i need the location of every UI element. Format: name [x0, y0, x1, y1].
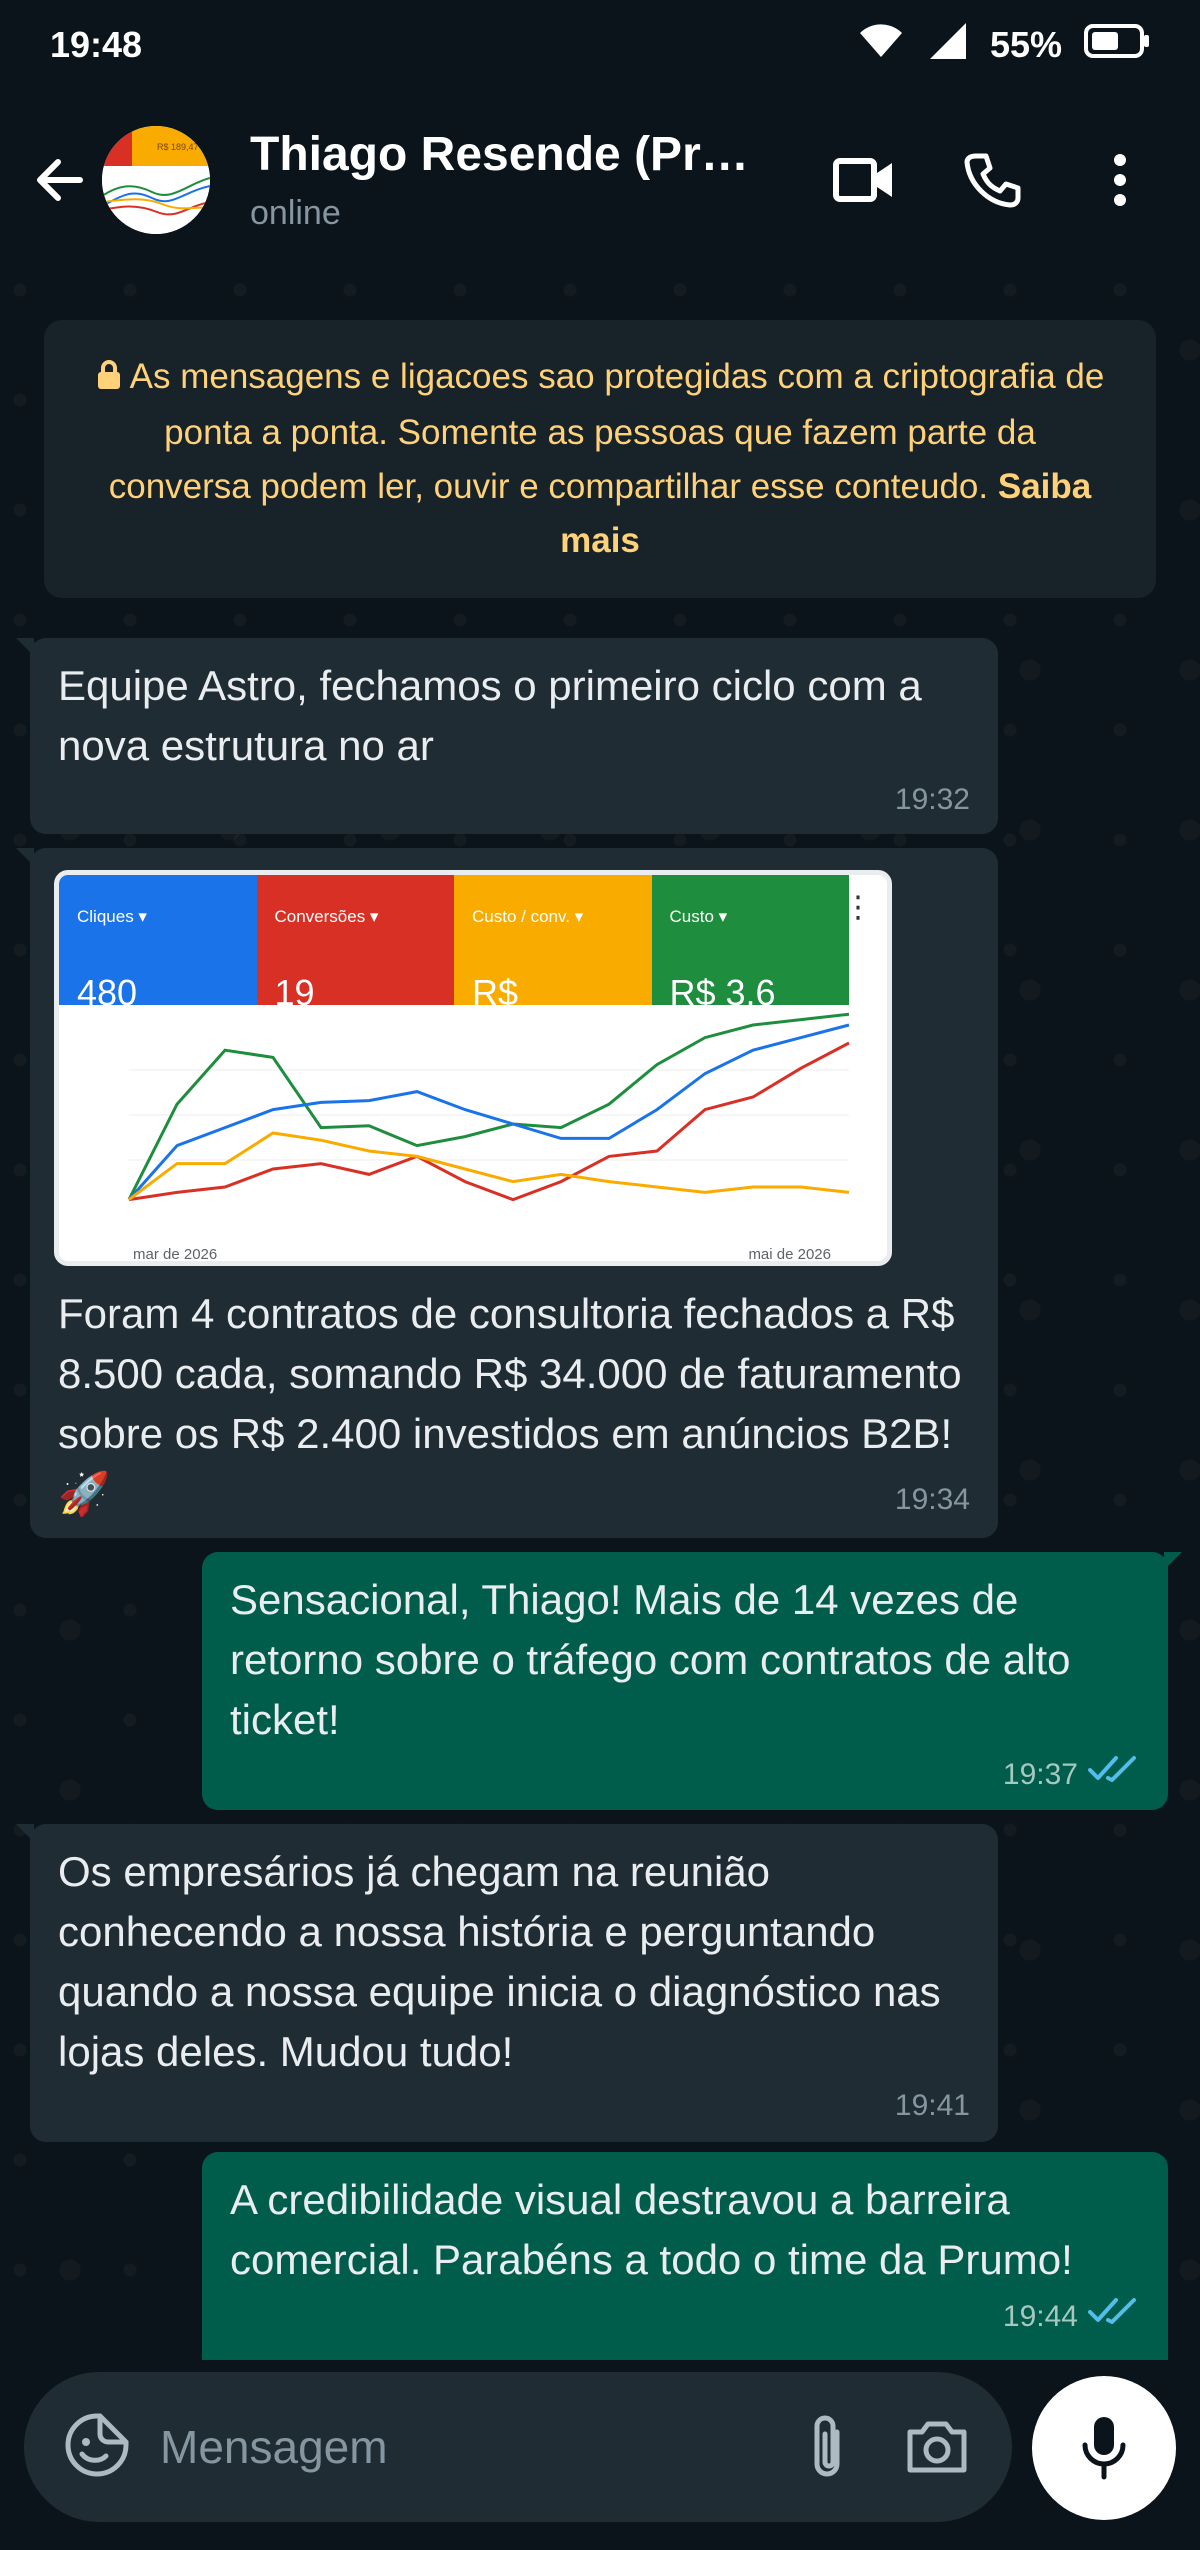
wifi-icon	[856, 21, 906, 70]
camera-icon	[907, 2421, 967, 2473]
message-bubble[interactable]: Equipe Astro, fechamos o primeiro ciclo …	[16, 638, 998, 834]
lock-icon	[96, 352, 122, 406]
more-options-button[interactable]	[1084, 144, 1156, 216]
media-image[interactable]: Cliques ▾ 480 Conversões ▾ 19 Custo / conv…	[54, 870, 892, 1266]
message-bubble-outgoing[interactable]: A credibilidade visual destravou a barre…	[202, 2152, 1168, 2360]
sticker-button[interactable]	[64, 2412, 130, 2483]
back-arrow-icon	[37, 159, 83, 201]
phone-icon	[964, 153, 1021, 208]
paperclip-icon	[814, 2415, 840, 2477]
message-bubble[interactable]: Os empresários já chegam na reunião conh…	[16, 1824, 998, 2142]
double-check-icon	[1088, 2296, 1140, 2337]
kpi-cards: Cliques ▾ 480 Conversões ▾ 19 Custo / conv…	[59, 875, 849, 1073]
message-input[interactable]: Mensagem	[160, 2420, 752, 2474]
status-time: 19:48	[50, 24, 143, 65]
sticker-icon	[65, 2413, 129, 2476]
contact-name: Thiago Resende (Pru…	[250, 128, 770, 181]
kebab-menu-icon	[1114, 154, 1126, 206]
x-axis-start-label: mar de 2026	[133, 1246, 218, 1263]
voice-message-button[interactable]	[1032, 2376, 1176, 2520]
back-button[interactable]	[24, 144, 96, 216]
microphone-icon	[1082, 2417, 1126, 2480]
kpi-card: Conversões ▾ 19	[256, 875, 454, 1013]
message-bubble-media[interactable]: Cliques ▾ 480 Conversões ▾ 19 Custo / conv…	[16, 848, 998, 1538]
signal-icon	[928, 21, 968, 70]
line-chart	[127, 1012, 850, 1202]
x-axis-end-label: mai de 2026	[748, 1246, 831, 1263]
contact-info[interactable]: Thiago Resende (Pru… online	[250, 127, 828, 233]
kpi-card: Custo / conv. ▾ R$ 189,47	[454, 875, 652, 1073]
camera-button[interactable]	[902, 2412, 972, 2482]
message-text: Sensacional, Thiago! Mais de 14 vezes de…	[230, 1576, 1071, 1743]
chat-header: R$ 189,47 Thiago Resende (Pru… online	[0, 90, 1200, 270]
encryption-notice[interactable]: As mensagens e ligacoes sao protegidas c…	[44, 320, 1156, 598]
kpi-card: Custo ▾ R$ 3.6 mil	[651, 875, 849, 1073]
battery-icon	[1084, 23, 1150, 68]
avatar-snippet: R$ 189,47	[157, 142, 199, 152]
message-composer[interactable]: Mensagem	[24, 2372, 1012, 2522]
status-bar: 19:48 55%	[0, 0, 1200, 90]
contact-status: online	[250, 194, 341, 232]
chart-menu-icon: ⋮	[843, 891, 873, 924]
encryption-text: As mensagens e ligacoes sao protegidas c…	[108, 357, 1105, 506]
kpi-card: Cliques ▾ 480	[59, 875, 257, 1013]
message-bubble-outgoing[interactable]: Sensacional, Thiago! Mais de 14 vezes de…	[202, 1552, 1182, 1810]
voice-call-button[interactable]	[956, 144, 1028, 216]
message-time: 19:37	[1002, 1757, 1078, 1791]
message-text: A credibilidade visual destravou a barre…	[230, 2176, 1073, 2283]
message-text: Os empresários já chegam na reunião conh…	[58, 1848, 941, 2075]
message-time: 19:34	[894, 1483, 970, 1516]
chat-area[interactable]: As mensagens e ligacoes sao protegidas c…	[0, 270, 1200, 2360]
video-camera-icon	[833, 158, 892, 202]
message-text: Equipe Astro, fechamos o primeiro ciclo …	[58, 662, 922, 769]
avatar[interactable]: R$ 189,47	[102, 126, 210, 234]
message-time: 19:32	[894, 783, 970, 816]
video-call-button[interactable]	[828, 144, 900, 216]
message-time: 19:41	[894, 2089, 970, 2122]
double-check-icon	[1088, 1754, 1140, 1795]
battery-percent: 55%	[989, 24, 1062, 65]
attach-button[interactable]	[792, 2412, 862, 2482]
message-time: 19:44	[1002, 2299, 1078, 2333]
chart-series-line-0	[127, 1012, 850, 1201]
status-icons: 55%	[856, 21, 1150, 70]
